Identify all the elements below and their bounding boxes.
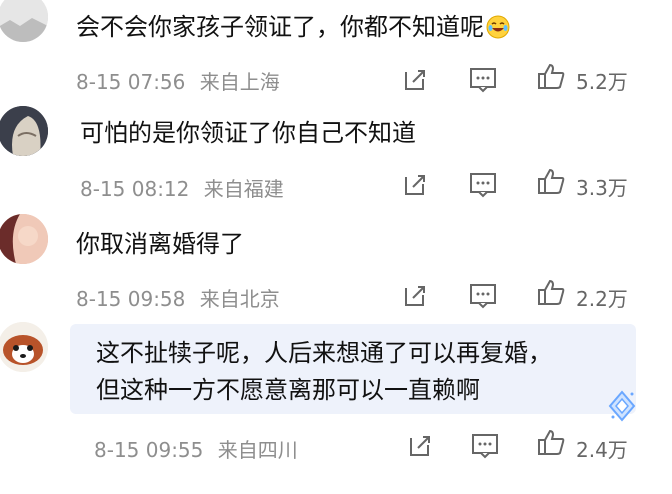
comment-icon[interactable] — [468, 169, 498, 199]
like-icon[interactable] — [536, 277, 566, 307]
like-count: 3.3万 — [576, 176, 628, 200]
sparkle-icon — [604, 388, 640, 424]
location: 来自四川 — [217, 438, 298, 462]
comment-meta: 8-15 09:55 来自四川 — [94, 434, 298, 463]
comment-text: 会不会你家孩子领证了，你都不知道呢 — [76, 9, 510, 45]
timestamp: 8-15 09:55 — [94, 438, 204, 462]
timestamp: 8-15 09:58 — [76, 287, 186, 311]
comment-meta: 8-15 09:58 来自北京 — [76, 283, 280, 312]
avatar[interactable] — [0, 106, 48, 156]
like-icon[interactable] — [536, 427, 566, 457]
like-icon[interactable] — [536, 61, 566, 91]
avatar-image — [0, 106, 48, 156]
emoji-cry-laugh — [486, 13, 510, 39]
like-count: 2.2万 — [576, 287, 628, 311]
edit-icon[interactable] — [405, 430, 435, 460]
comment-icon[interactable] — [468, 280, 498, 310]
like-count: 2.4万 — [576, 438, 628, 462]
edit-icon[interactable] — [400, 64, 430, 94]
edit-icon[interactable] — [400, 169, 430, 199]
comment-text-line-2: 但这种一方不愿意离那可以一直赖啊 — [96, 376, 480, 404]
avatar-image — [0, 322, 48, 372]
avatar[interactable] — [0, 322, 48, 372]
comment-meta: 8-15 08:12 来自福建 — [80, 173, 284, 202]
location: 来自福建 — [203, 177, 284, 201]
like-icon[interactable] — [536, 166, 566, 196]
timestamp: 8-15 08:12 — [80, 177, 190, 201]
comment-icon[interactable] — [470, 430, 500, 460]
location: 来自上海 — [199, 70, 280, 94]
avatar[interactable] — [0, 214, 48, 264]
avatar[interactable] — [0, 0, 48, 42]
comment-text: 你取消离婚得了 — [76, 230, 244, 258]
comment-text: 可怕的是你领证了你自己不知道 — [80, 119, 416, 147]
comment-icon[interactable] — [468, 64, 498, 94]
timestamp: 8-15 07:56 — [76, 70, 186, 94]
avatar-image — [0, 0, 48, 42]
edit-icon[interactable] — [400, 280, 430, 310]
comment-meta: 8-15 07:56 来自上海 — [76, 66, 280, 95]
avatar-image — [0, 214, 48, 264]
like-count: 5.2万 — [576, 70, 628, 94]
comment-text-line-1: 这不扯犊子呢，人后来想通了可以再复婚， — [96, 339, 552, 367]
location: 来自北京 — [199, 287, 280, 311]
